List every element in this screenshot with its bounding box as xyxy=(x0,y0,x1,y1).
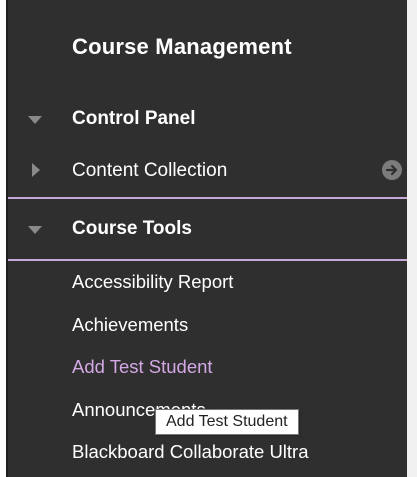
triangle-right-icon[interactable] xyxy=(32,163,40,177)
tool-link-blackboard-collaborate-ultra[interactable]: Blackboard Collaborate Ultra xyxy=(72,441,309,463)
course-tools-label: Course Tools xyxy=(72,218,192,239)
divider xyxy=(8,259,407,261)
tool-link-achievements[interactable]: Achievements xyxy=(72,314,188,336)
tooltip: Add Test Student xyxy=(155,409,299,435)
content-collection-item[interactable]: Content Collection xyxy=(8,150,407,190)
control-panel-label: Control Panel xyxy=(72,108,196,129)
window-edge xyxy=(407,0,417,477)
course-tools-header[interactable]: Course Tools xyxy=(8,208,407,248)
tool-link-add-test-student[interactable]: Add Test Student xyxy=(72,356,213,378)
panel-title: Course Management xyxy=(72,34,292,59)
control-panel-header[interactable]: Control Panel xyxy=(8,98,407,138)
content-collection-label[interactable]: Content Collection xyxy=(72,160,227,182)
tool-link-accessibility-report[interactable]: Accessibility Report xyxy=(72,271,233,293)
divider xyxy=(8,197,407,199)
circle-arrow-right-icon[interactable] xyxy=(382,160,402,180)
course-management-panel: Course Management Control Panel Content … xyxy=(6,0,407,477)
triangle-down-icon xyxy=(28,226,42,234)
triangle-down-icon xyxy=(28,116,42,124)
